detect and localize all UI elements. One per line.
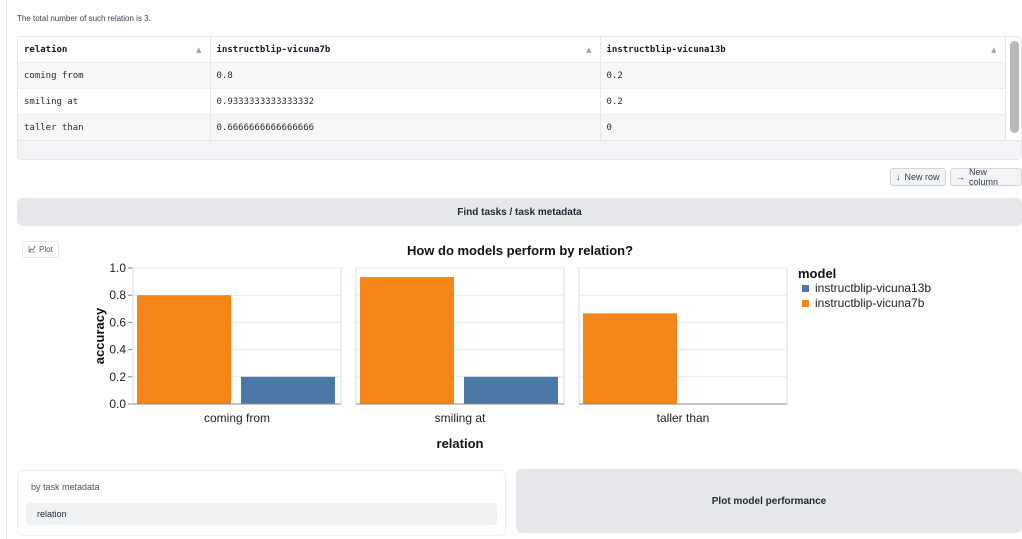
legend-label: instructblip-vicuna13b — [815, 281, 931, 295]
legend-swatch — [802, 300, 809, 307]
header-row: relation ▲ instructblip-vicuna7b ▲ instr… — [18, 37, 1006, 63]
table-footer — [18, 140, 1021, 159]
metadata-select[interactable]: relation — [26, 503, 497, 525]
table-cell[interactable]: 0.6666666666666666 — [210, 114, 601, 141]
bar-instructblip-vicuna7b — [137, 295, 231, 404]
relation-count-note: The total number of such relation is 3. — [17, 14, 151, 23]
sort-arrow-icon[interactable]: ▲ — [991, 46, 996, 54]
bar-instructblip-vicuna13b — [241, 376, 335, 404]
table-cell[interactable]: 0 — [600, 114, 1006, 141]
column-header-vicuna7b[interactable]: instructblip-vicuna7b ▲ — [210, 37, 601, 63]
legend-title: model — [798, 266, 836, 281]
column-header-vicuna13b[interactable]: instructblip-vicuna13b ▲ — [600, 37, 1006, 63]
table-row: smiling at 0.9333333333333332 0.2 — [18, 88, 1006, 115]
column-header-label: relation — [24, 44, 68, 55]
y-tick-label: 0.0 — [109, 397, 126, 411]
y-tick-label: 0.2 — [109, 370, 126, 384]
y-axis-title: accuracy — [92, 307, 107, 364]
legend-label: instructblip-vicuna7b — [815, 296, 925, 310]
arrow-down-icon: ↓ — [896, 172, 901, 182]
new-column-label: New column — [969, 167, 999, 187]
new-row-button[interactable]: ↓ New row — [890, 168, 946, 186]
y-tick-label: 1.0 — [109, 261, 126, 275]
table-cell[interactable]: coming from — [18, 62, 211, 89]
table-cell[interactable]: 0.8 — [210, 62, 601, 89]
bar-instructblip-vicuna7b — [583, 313, 677, 404]
results-table: relation ▲ instructblip-vicuna7b ▲ instr… — [18, 37, 1006, 141]
column-header-relation[interactable]: relation ▲ — [18, 37, 211, 63]
y-tick-label: 0.8 — [109, 288, 126, 302]
bar-instructblip-vicuna13b — [464, 376, 558, 404]
sort-arrow-icon[interactable]: ▲ — [586, 46, 591, 54]
x-category-label: smiling at — [435, 411, 486, 425]
x-category-label: coming from — [204, 411, 270, 425]
new-column-button[interactable]: → New column — [950, 167, 1022, 187]
table-cell[interactable]: 0.2 — [600, 88, 1006, 115]
sort-arrow-icon[interactable]: ▲ — [196, 46, 201, 54]
new-row-label: New row — [904, 172, 940, 182]
x-category-label: taller than — [657, 411, 710, 425]
task-metadata-panel: by task metadata relation — [17, 470, 506, 536]
y-tick-label: 0.6 — [109, 315, 126, 329]
arrow-right-icon: → — [956, 172, 965, 182]
plot-model-performance-button[interactable]: Plot model performance — [516, 469, 1022, 533]
legend-swatch — [802, 285, 809, 292]
find-tasks-label: Find tasks / task metadata — [457, 206, 582, 218]
table-row: taller than 0.6666666666666666 0 — [18, 114, 1006, 141]
x-axis-title: relation — [437, 436, 484, 451]
y-tick-label: 0.4 — [109, 343, 126, 357]
results-dataframe: relation ▲ instructblip-vicuna7b ▲ instr… — [17, 36, 1022, 160]
find-tasks-button[interactable]: Find tasks / task metadata — [17, 198, 1022, 226]
column-header-label: instructblip-vicuna13b — [606, 44, 726, 55]
table-cell[interactable]: taller than — [18, 114, 211, 141]
table-cell[interactable]: smiling at — [18, 88, 211, 115]
plot-button-label: Plot model performance — [711, 495, 827, 507]
metadata-label: by task metadata — [31, 482, 100, 492]
table-cell[interactable]: 0.9333333333333332 — [210, 88, 601, 115]
bar-chart: 0.0 0.2 0.4 0.6 0.8 1.0 accuracy coming from smi… — [92, 261, 931, 451]
column-header-label: instructblip-vicuna7b — [216, 44, 331, 55]
table-row: coming from 0.8 0.2 — [18, 62, 1006, 89]
bar-instructblip-vicuna7b — [360, 277, 454, 404]
vertical-scrollbar[interactable] — [1010, 41, 1019, 133]
table-cell[interactable]: 0.2 — [600, 62, 1006, 89]
